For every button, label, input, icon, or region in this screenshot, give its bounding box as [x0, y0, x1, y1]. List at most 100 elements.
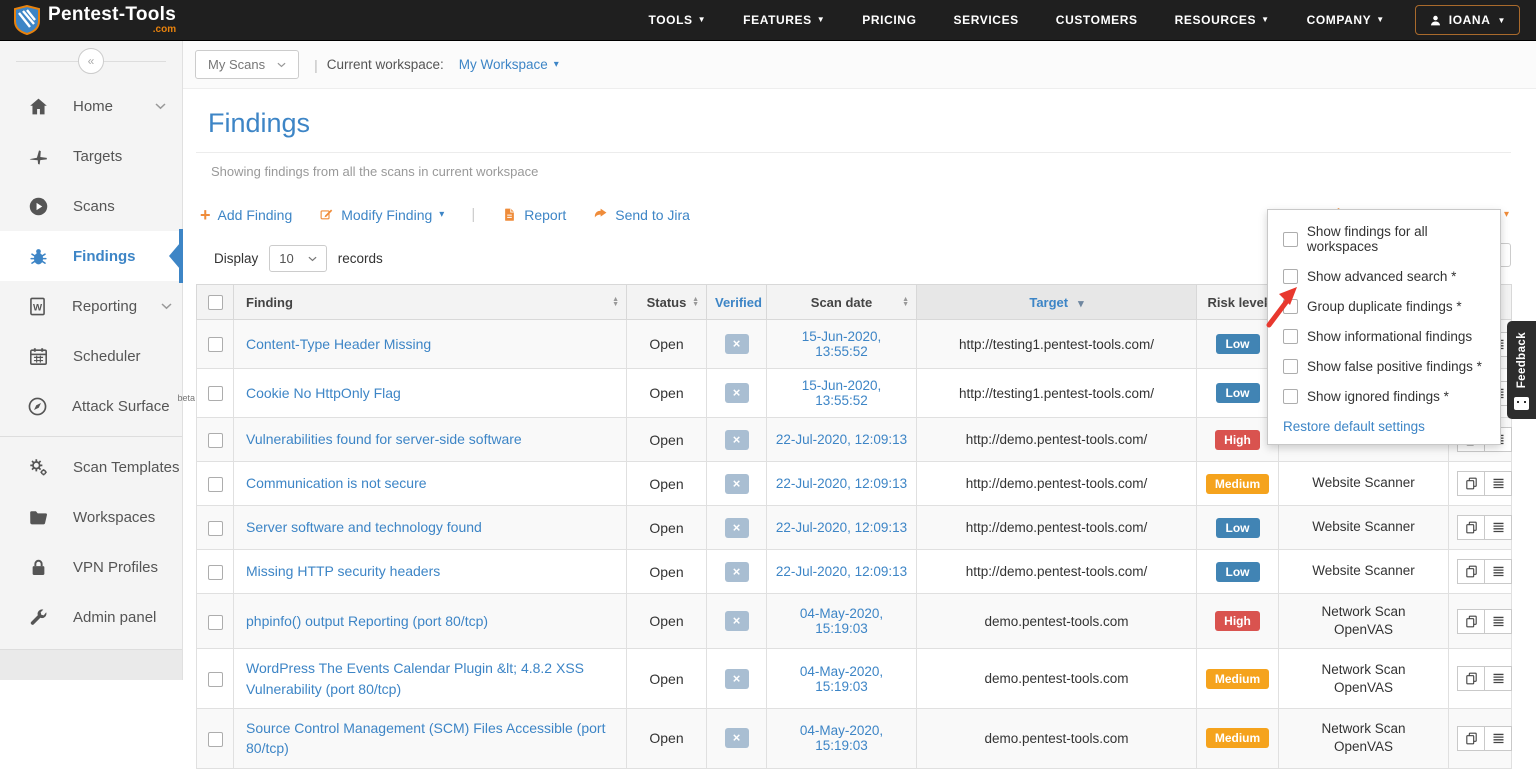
col-header-status[interactable]: Status▲▼ — [627, 285, 707, 320]
scan-date-link[interactable]: 22-Jul-2020, 12:09:13 — [776, 520, 907, 535]
records-per-page-select[interactable]: 10 — [269, 245, 326, 272]
scan-date-link[interactable]: 15-Jun-2020, 13:55:52 — [802, 378, 882, 408]
scan-date-link[interactable]: 22-Jul-2020, 12:09:13 — [776, 432, 907, 447]
copy-button[interactable] — [1457, 515, 1485, 540]
finding-link[interactable]: Communication is not secure — [246, 475, 427, 491]
sidebar-item-scans[interactable]: Scans — [0, 181, 182, 231]
sidebar-item-label: Scan Templates — [73, 459, 179, 476]
sidebar-item-reporting[interactable]: WReporting — [0, 281, 182, 331]
caret-down-icon: ▼ — [1261, 16, 1270, 24]
row-checkbox[interactable] — [208, 565, 223, 580]
finding-link[interactable]: phpinfo() output Reporting (port 80/tcp) — [246, 613, 488, 629]
menu-item-show-advanced-search[interactable]: Show advanced search * — [1283, 269, 1500, 284]
row-checkbox[interactable] — [208, 433, 223, 448]
finding-link[interactable]: Vulnerabilities found for server-side so… — [246, 431, 522, 447]
sidebar-item-findings[interactable]: Findings — [0, 231, 182, 281]
row-checkbox[interactable] — [208, 615, 223, 630]
col-header-finding[interactable]: Finding▲▼ — [234, 285, 627, 320]
nav-item-company[interactable]: COMPANY▼ — [1307, 13, 1385, 27]
sidebar-item-admin-panel[interactable]: Admin panel — [0, 592, 182, 642]
menu-item-group-duplicate-findings[interactable]: Group duplicate findings * — [1283, 299, 1500, 314]
row-checkbox[interactable] — [208, 386, 223, 401]
checkbox[interactable] — [1283, 269, 1298, 284]
nav-item-pricing[interactable]: PRICING — [862, 13, 916, 27]
scan-date-link[interactable]: 04-May-2020, 15:19:03 — [800, 606, 883, 636]
add-finding-button[interactable]: +Add Finding — [200, 207, 292, 223]
row-checkbox[interactable] — [208, 477, 223, 492]
nav-item-customers[interactable]: CUSTOMERS — [1056, 13, 1138, 27]
finding-link[interactable]: Server software and technology found — [246, 519, 482, 535]
brand-logo[interactable]: Pentest-Tools .com — [14, 5, 176, 35]
restore-default-settings-link[interactable]: Restore default settings — [1283, 419, 1500, 434]
checkbox[interactable] — [1283, 299, 1298, 314]
column-label: Status — [647, 295, 687, 310]
list-button[interactable] — [1484, 559, 1512, 584]
checkbox[interactable] — [1283, 232, 1298, 247]
sidebar-item-scheduler[interactable]: Scheduler — [0, 331, 182, 381]
list-button[interactable] — [1484, 515, 1512, 540]
menu-item-show-ignored-findings[interactable]: Show ignored findings * — [1283, 389, 1500, 404]
copy-button[interactable] — [1457, 726, 1485, 751]
sidebar-item-vpn-profiles[interactable]: VPN Profiles — [0, 542, 182, 592]
row-checkbox[interactable] — [208, 521, 223, 536]
finding-link[interactable]: Missing HTTP security headers — [246, 563, 440, 579]
finding-link[interactable]: Content-Type Header Missing — [246, 336, 431, 352]
nav-item-features[interactable]: FEATURES▼ — [743, 13, 825, 27]
verified-toggle[interactable]: × — [725, 728, 749, 748]
verified-toggle[interactable]: × — [725, 611, 749, 631]
col-header-scan-date[interactable]: Scan date▲▼ — [767, 285, 917, 320]
user-menu-button[interactable]: IOANA ▼ — [1415, 5, 1520, 35]
col-header-verified[interactable]: Verified — [707, 285, 767, 320]
list-button[interactable] — [1484, 609, 1512, 634]
menu-item-show-informational-findings[interactable]: Show informational findings — [1283, 329, 1500, 344]
sidebar-item-workspaces[interactable]: Workspaces — [0, 492, 182, 542]
target-text: http://testing1.pentest-tools.com/ — [959, 386, 1154, 401]
sidebar-collapse-button[interactable]: « — [78, 48, 104, 74]
my-scans-select[interactable]: My Scans — [195, 50, 299, 79]
copy-button[interactable] — [1457, 559, 1485, 584]
list-button[interactable] — [1484, 471, 1512, 496]
report-button[interactable]: Report — [502, 207, 566, 223]
nav-item-label: FEATURES — [743, 13, 812, 27]
verified-toggle[interactable]: × — [725, 334, 749, 354]
finding-link[interactable]: Source Control Management (SCM) Files Ac… — [246, 720, 605, 756]
scan-date-link[interactable]: 22-Jul-2020, 12:09:13 — [776, 476, 907, 491]
scan-date-link[interactable]: 22-Jul-2020, 12:09:13 — [776, 564, 907, 579]
copy-button[interactable] — [1457, 609, 1485, 634]
sidebar-item-attack-surface[interactable]: Attack Surfacebeta — [0, 381, 182, 431]
row-checkbox[interactable] — [208, 337, 223, 352]
col-header-target[interactable]: Target▾ — [917, 285, 1197, 320]
scan-date-link[interactable]: 04-May-2020, 15:19:03 — [800, 723, 883, 753]
select-all-checkbox[interactable] — [208, 295, 223, 310]
list-button[interactable] — [1484, 726, 1512, 751]
nav-item-services[interactable]: SERVICES — [954, 13, 1019, 27]
verified-toggle[interactable]: × — [725, 474, 749, 494]
row-checkbox[interactable] — [208, 732, 223, 747]
sidebar-item-home[interactable]: Home — [0, 81, 182, 131]
nav-item-resources[interactable]: RESOURCES▼ — [1175, 13, 1270, 27]
copy-button[interactable] — [1457, 471, 1485, 496]
scan-date-link[interactable]: 15-Jun-2020, 13:55:52 — [802, 329, 882, 359]
verified-toggle[interactable]: × — [725, 430, 749, 450]
feedback-tab[interactable]: Feedback — [1507, 321, 1536, 419]
modify-finding-button[interactable]: Modify Finding▾ — [319, 207, 444, 223]
chevron-down-icon — [308, 256, 317, 262]
verified-toggle[interactable]: × — [725, 562, 749, 582]
sidebar-item-scan-templates[interactable]: Scan Templates — [0, 442, 182, 492]
target-text: demo.pentest-tools.com — [984, 731, 1128, 746]
nav-item-tools[interactable]: TOOLS▼ — [649, 13, 707, 27]
checkbox[interactable] — [1283, 329, 1298, 344]
sidebar-item-label: VPN Profiles — [73, 559, 158, 576]
verified-toggle[interactable]: × — [725, 518, 749, 538]
verified-toggle[interactable]: × — [725, 383, 749, 403]
checkbox[interactable] — [1283, 359, 1298, 374]
select-all-header — [197, 285, 234, 320]
row-checkbox[interactable] — [208, 672, 223, 687]
sidebar-item-targets[interactable]: Targets — [0, 131, 182, 181]
checkbox[interactable] — [1283, 389, 1298, 404]
menu-item-show-findings-for-all-workspaces[interactable]: Show findings for all workspaces — [1283, 224, 1500, 254]
menu-item-show-false-positive-findings[interactable]: Show false positive findings * — [1283, 359, 1500, 374]
finding-link[interactable]: Cookie No HttpOnly Flag — [246, 385, 401, 401]
send-to-jira-button[interactable]: Send to Jira — [593, 207, 690, 223]
workspace-selector[interactable]: My Workspace ▾ — [459, 57, 559, 72]
